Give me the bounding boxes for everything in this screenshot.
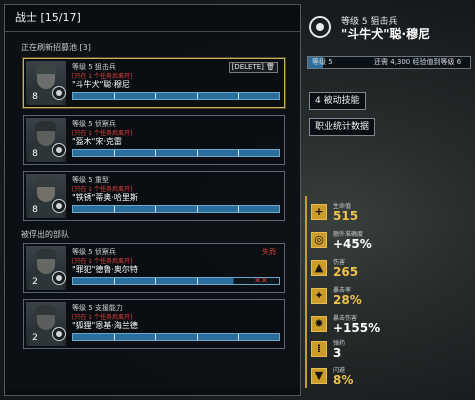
xp-bar xyxy=(72,92,280,100)
plus-icon: + xyxy=(311,204,327,220)
detail-soldier-name: "斗牛犬"聪·穆尼 xyxy=(341,27,431,41)
roster-panel: 战士 [15/17] 正在刷新招募池 [3] 8 等级 5 狙击兵 [只在 1 … xyxy=(4,4,301,396)
soldier-name: "狐狸"恩基·海兰德 xyxy=(72,321,138,330)
crit-icon: ✦ xyxy=(311,288,327,304)
soldier-card[interactable]: 2 等级 5 侦察兵 [只在 1 个任务后离开] "罪犯"德鲁·奥尔特 失而 ✕… xyxy=(23,243,285,293)
stat-value: +155% xyxy=(333,321,381,335)
passive-skills-button[interactable]: 4 被动技能 xyxy=(309,92,366,110)
soldier-portrait: 2 xyxy=(26,246,66,290)
stat-value: +45% xyxy=(333,237,372,251)
rank-icon: 2 xyxy=(32,277,38,287)
stats-bracket xyxy=(305,196,310,388)
xp-bar: ✕✕ xyxy=(72,277,280,285)
support-class-icon xyxy=(52,327,66,341)
status-tag: 失而 xyxy=(262,248,276,256)
ammo-icon: ⁞ xyxy=(311,341,327,357)
soldier-portrait: 8 xyxy=(26,118,66,162)
sniper-emblem-icon xyxy=(309,16,331,38)
heavy-class-icon xyxy=(52,199,66,213)
delete-button[interactable]: [DELETE] 🗑 xyxy=(228,62,278,73)
crit-damage-icon: ✸ xyxy=(311,316,327,332)
soldier-card[interactable]: 2 等级 5 支援能力 [只在 1 个任务后离开] "狐狸"恩基·海兰德 xyxy=(23,299,285,349)
soldier-name: "斗牛犬"聪·穆尼 xyxy=(72,80,130,89)
soldier-portrait: 8 xyxy=(26,61,66,105)
xp-bar xyxy=(72,149,280,157)
xp-level: 等级 5 xyxy=(312,58,333,66)
soldier-name: "罪犯"德鲁·奥尔特 xyxy=(72,265,138,274)
stat-value: 28% xyxy=(333,293,362,307)
stat-value: 265 xyxy=(333,265,359,279)
stat-value: 515 xyxy=(333,209,359,223)
sniper-class-icon xyxy=(52,86,66,100)
rank-icon: 8 xyxy=(32,92,38,102)
damage-icon: ▲ xyxy=(311,260,327,276)
recruit-section-title: 正在刷新招募池 [3] xyxy=(21,43,91,52)
dodge-icon: ▼ xyxy=(311,368,327,384)
soldier-portrait: 8 xyxy=(26,174,66,218)
soldier-card[interactable]: 8 等级 5 重型 [只在 1 个任务后离开] "铁锈"蒂奥·哈里斯 xyxy=(23,171,285,221)
class-stats-button[interactable]: 职业统计数据 xyxy=(309,118,376,136)
soldier-card[interactable]: 8 等级 5 狙击兵 [只在 1 个任务后离开] "斗牛犬"聪·穆尼 [DELE… xyxy=(23,58,285,108)
soldier-card[interactable]: 8 等级 5 侦察兵 [只在 1 个任务后离开] "盔木"宋·克雷 xyxy=(23,115,285,165)
soldier-name: "盔木"宋·克雷 xyxy=(72,137,122,146)
scout-class-icon xyxy=(52,271,66,285)
soldier-portrait: 2 xyxy=(26,302,66,346)
rank-icon: 2 xyxy=(32,333,38,343)
xp-remaining: 还需 4,300 经验值到等级 6 xyxy=(374,58,462,66)
injury-mark-icon: ✕✕ xyxy=(254,276,268,285)
roster-title: 战士 [15/17] xyxy=(5,5,300,32)
roster-footer xyxy=(5,387,300,395)
xp-bar xyxy=(72,205,280,213)
detail-xp-bar: 等级 5 还需 4,300 经验值到等级 6 xyxy=(307,56,471,69)
soldier-name: "铁锈"蒂奥·哈里斯 xyxy=(72,193,138,202)
scout-class-icon xyxy=(52,143,66,157)
stat-value: 8% xyxy=(333,373,354,387)
rank-icon: 8 xyxy=(32,149,38,159)
stat-value: 3 xyxy=(333,346,342,360)
xp-bar xyxy=(72,333,280,341)
crosshair-icon: ◎ xyxy=(311,232,327,248)
rank-icon: 8 xyxy=(32,205,38,215)
captured-section-title: 被俘出的部队 xyxy=(21,230,69,239)
